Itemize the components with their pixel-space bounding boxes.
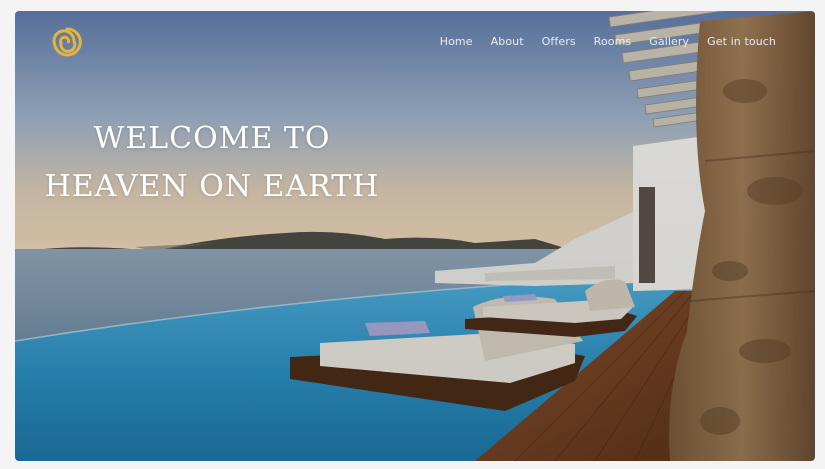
main-nav: Home About Offers Rooms Gallery Get in t…: [422, 35, 776, 48]
nav-link-offers[interactable]: Offers: [542, 35, 576, 48]
nav-link-rooms[interactable]: Rooms: [594, 35, 632, 48]
hero-title-line-1: WELCOME TO: [93, 121, 331, 156]
nav-link-about[interactable]: About: [491, 35, 524, 48]
nav-link-get-in-touch[interactable]: Get in touch: [707, 35, 776, 48]
hero-section: Home About Offers Rooms Gallery Get in t…: [15, 11, 815, 461]
nav-link-home[interactable]: Home: [440, 35, 473, 48]
spiral-sun-icon[interactable]: [52, 27, 82, 57]
hero-title: WELCOME TO HEAVEN ON EARTH: [43, 115, 381, 211]
hero-background-image: [15, 11, 815, 461]
hero-title-line-2: HEAVEN ON EARTH: [44, 169, 380, 204]
nav-link-gallery[interactable]: Gallery: [649, 35, 689, 48]
